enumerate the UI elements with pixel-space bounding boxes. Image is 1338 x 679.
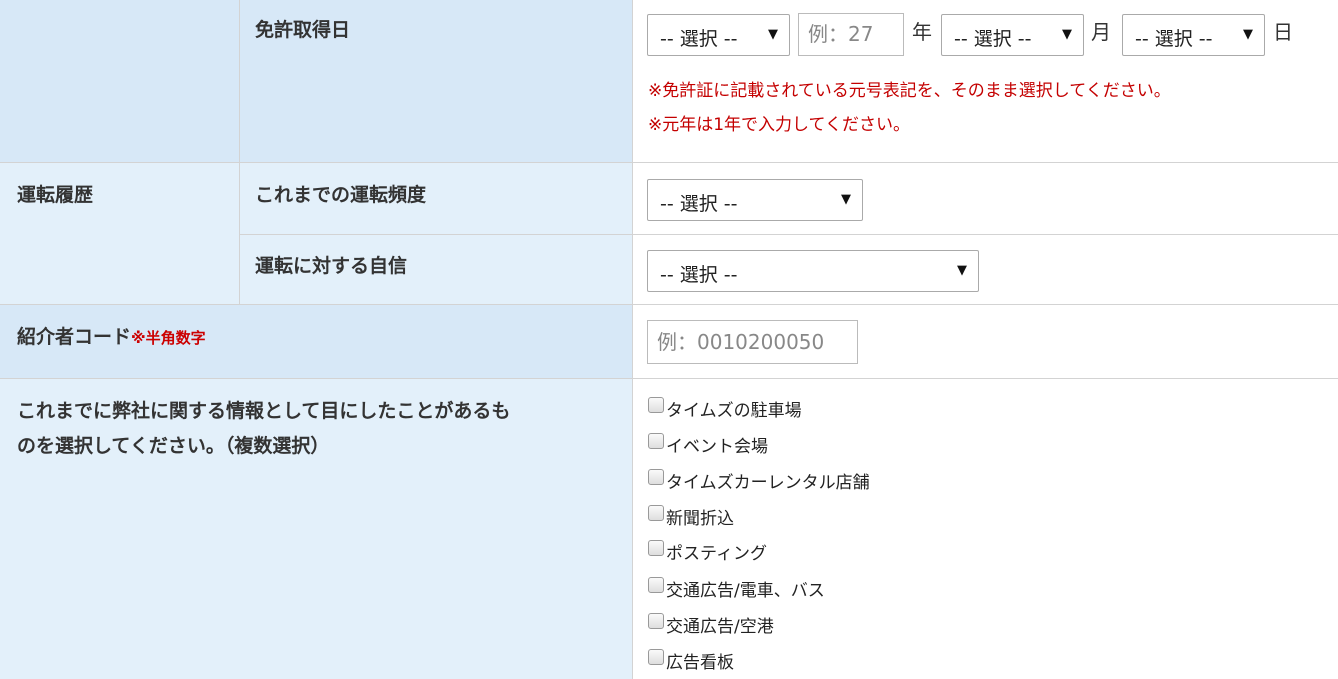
row-referral-code: 紹介者コード※半角数字 例：0010200050 [0, 304, 1338, 379]
license-date-label: 免許取得日 [255, 19, 351, 41]
license-month-select[interactable]: -- 選択 -- ▼ [941, 14, 1084, 56]
checkbox-label: 交通広告/空港 [666, 617, 774, 637]
referral-code-input[interactable]: 例：0010200050 [647, 320, 858, 364]
checkbox[interactable] [648, 397, 664, 413]
checkbox[interactable] [648, 540, 664, 556]
referral-label-group: 紹介者コード※半角数字 [17, 321, 206, 353]
checkbox-item-billboard[interactable]: 広告看板 [648, 646, 734, 674]
form-table: 免許取得日 -- 選択 -- ▼ 例：27 年 -- 選択 -- ▼ 月 -- … [0, 0, 1338, 679]
checkbox-label: タイムズカーレンタル店舗 [666, 473, 870, 493]
row-driving-history: 運転履歴 これまでの運転頻度 運転に対する自信 -- 選択 -- ▼ -- 選択… [0, 162, 1338, 305]
driving-confidence-label: 運転に対する自信 [255, 255, 408, 277]
checkbox[interactable] [648, 433, 664, 449]
license-first-year-note: ※元年は1年で入力してください。 [648, 115, 911, 135]
row-license-date-group-cell [0, 0, 240, 163]
checkbox-label: ポスティング [666, 544, 767, 564]
driving-history-label: 運転履歴 [17, 184, 94, 206]
driving-frequency-select[interactable]: -- 選択 -- ▼ [647, 179, 863, 221]
checkbox-label: 新聞折込 [666, 509, 734, 529]
checkbox-label: イベント会場 [666, 437, 768, 457]
row-license-date: 免許取得日 -- 選択 -- ▼ 例：27 年 -- 選択 -- ▼ 月 -- … [0, 0, 1338, 163]
year-unit: 年 [912, 20, 932, 44]
license-year-input[interactable]: 例：27 [798, 13, 904, 56]
sub-row-divider [633, 234, 1338, 235]
checkbox[interactable] [648, 505, 664, 521]
checkbox-item-posting[interactable]: ポスティング [648, 537, 767, 565]
driving-history-sub-cell: これまでの運転頻度 運転に対する自信 [239, 163, 633, 305]
chevron-down-icon: ▼ [957, 263, 967, 278]
checkbox-label: 交通広告/電車、バス [666, 581, 825, 601]
info-sources-label-line1: これまでに弊社に関する情報として目にしたことがあるも [17, 400, 511, 422]
day-unit: 日 [1273, 20, 1293, 44]
referral-note: ※半角数字 [131, 329, 206, 347]
checkbox[interactable] [648, 469, 664, 485]
license-era-note: ※免許証に記載されている元号表記を、そのまま選択してください。 [648, 81, 1171, 101]
checkbox-label: 広告看板 [666, 653, 734, 673]
info-sources-label-line2: のを選択してください。（複数選択） [17, 435, 330, 457]
chevron-down-icon: ▼ [1062, 27, 1072, 42]
checkbox[interactable] [648, 613, 664, 629]
sub-row-divider [240, 234, 633, 235]
checkbox-item-event-venue[interactable]: イベント会場 [648, 430, 768, 458]
license-month-select-value: -- 選択 -- [954, 28, 1032, 50]
checkbox-item-transit-train-bus[interactable]: 交通広告/電車、バス [648, 574, 825, 602]
checkbox-label: タイムズの駐車場 [666, 401, 802, 421]
checkbox[interactable] [648, 577, 664, 593]
license-date-label-cell: 免許取得日 [239, 0, 633, 163]
license-era-select-value: -- 選択 -- [660, 28, 738, 50]
checkbox-item-newspaper-insert[interactable]: 新聞折込 [648, 502, 734, 530]
referral-label-cell: 紹介者コード※半角数字 [0, 305, 633, 379]
chevron-down-icon: ▼ [841, 192, 851, 207]
info-sources-label-cell: これまでに弊社に関する情報として目にしたことがあるも のを選択してください。（複… [0, 379, 633, 679]
driving-frequency-label: これまでの運転頻度 [255, 184, 427, 206]
driving-confidence-select-value: -- 選択 -- [660, 264, 738, 286]
checkbox-item-rental-store[interactable]: タイムズカーレンタル店舗 [648, 466, 870, 494]
driving-history-label-cell: 運転履歴 [0, 163, 240, 305]
license-day-select-value: -- 選択 -- [1135, 28, 1213, 50]
checkbox[interactable] [648, 649, 664, 665]
chevron-down-icon: ▼ [768, 27, 778, 42]
month-unit: 月 [1091, 20, 1111, 44]
referral-label: 紹介者コード [17, 326, 132, 348]
chevron-down-icon: ▼ [1243, 27, 1253, 42]
driving-frequency-select-value: -- 選択 -- [660, 193, 738, 215]
driving-confidence-select[interactable]: -- 選択 -- ▼ [647, 250, 979, 292]
checkbox-item-parking[interactable]: タイムズの駐車場 [648, 394, 802, 422]
license-era-select[interactable]: -- 選択 -- ▼ [647, 14, 790, 56]
license-day-select[interactable]: -- 選択 -- ▼ [1122, 14, 1265, 56]
checkbox-item-transit-airport[interactable]: 交通広告/空港 [648, 610, 774, 638]
